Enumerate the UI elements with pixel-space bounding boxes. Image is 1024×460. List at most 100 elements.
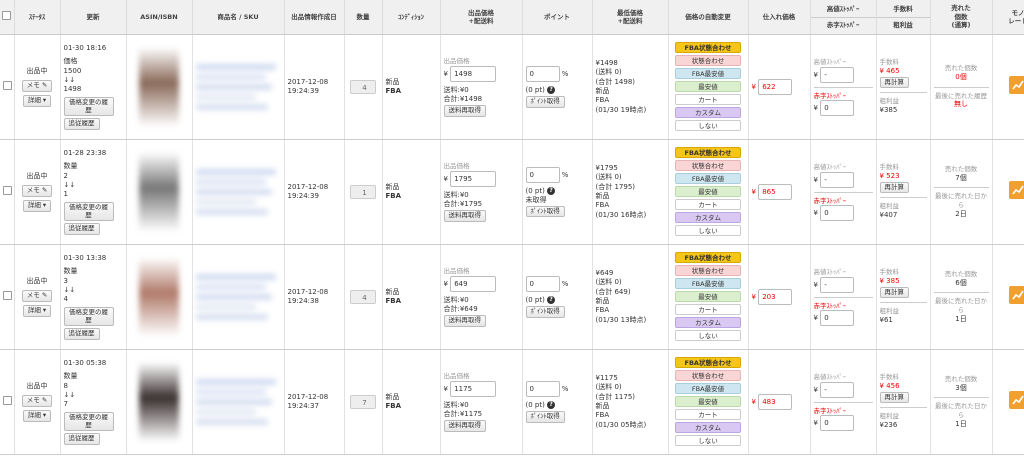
condition-match-button[interactable]: 状態合わせ <box>675 264 741 276</box>
memo-button[interactable]: メモ ✎ <box>21 394 53 407</box>
cost-input[interactable]: 203 <box>758 289 793 305</box>
header-price[interactable]: 出品価格 +配送料 <box>440 0 523 35</box>
mono-rate-graph-icon[interactable] <box>1009 181 1024 200</box>
high-stopper-input[interactable]: - <box>820 381 855 398</box>
point-acquire-button[interactable]: ﾎﾟｲﾝﾄ取得 <box>525 205 565 218</box>
qty-field[interactable]: 4 <box>350 290 376 304</box>
product-image[interactable] <box>139 152 179 232</box>
memo-button[interactable]: メモ ✎ <box>21 79 53 92</box>
price-history-button[interactable]: 価格変更の履歴 <box>63 411 114 432</box>
header-sold[interactable]: 売れた 個数 (通算) <box>930 0 993 35</box>
point-acquire-button[interactable]: ﾎﾟｲﾝﾄ取得 <box>525 305 565 318</box>
product-image[interactable] <box>139 362 179 442</box>
cost-input[interactable]: 865 <box>758 184 793 200</box>
cart-button[interactable]: カート <box>675 303 741 315</box>
reacquire-shipping-button[interactable]: 送料再取得 <box>443 209 486 222</box>
cost-input[interactable]: 483 <box>758 394 793 410</box>
point-acquire-button[interactable]: ﾎﾟｲﾝﾄ取得 <box>525 410 565 423</box>
lowest-button[interactable]: 最安値 <box>675 290 741 302</box>
product-name-blurred[interactable] <box>195 379 281 425</box>
condition-match-button[interactable]: 状態合わせ <box>675 159 741 171</box>
mono-rate-graph-icon[interactable] <box>1009 76 1024 95</box>
price-input[interactable]: 649 <box>450 276 497 293</box>
qty-field[interactable]: 1 <box>350 185 376 199</box>
custom-button[interactable]: カスタム <box>675 421 741 433</box>
header-stopper-low[interactable]: 赤字ｽﾄｯﾊﾟｰ <box>811 18 876 32</box>
row-checkbox[interactable] <box>3 395 12 405</box>
point-input[interactable]: 0 <box>525 381 560 398</box>
header-cost[interactable]: 仕入れ価格 <box>748 0 811 35</box>
reacquire-shipping-button[interactable]: 送料再取得 <box>443 104 486 117</box>
price-history-button[interactable]: 価格変更の履歴 <box>63 96 114 117</box>
product-name-blurred[interactable] <box>195 274 281 320</box>
row-checkbox[interactable] <box>3 290 12 300</box>
fba-condition-match-button[interactable]: FBA状態合わせ <box>675 146 741 158</box>
row-checkbox[interactable] <box>3 185 12 195</box>
product-name-blurred[interactable] <box>195 169 281 215</box>
track-history-button[interactable]: 追従履歴 <box>63 223 100 236</box>
none-button[interactable]: しない <box>675 224 741 236</box>
header-fee[interactable]: 手数料 <box>876 2 930 18</box>
lowest-button[interactable]: 最安値 <box>675 395 741 407</box>
none-button[interactable]: しない <box>675 119 741 131</box>
detail-dropdown[interactable]: 詳細 ▾ <box>22 94 52 107</box>
header-qty[interactable]: 数量 <box>344 0 383 35</box>
track-history-button[interactable]: 追従履歴 <box>63 118 100 131</box>
header-profit[interactable]: 粗利益 <box>877 18 930 32</box>
header-condition[interactable]: ｺﾝﾃﾞｨｼｮﾝ <box>382 0 441 35</box>
mono-rate-graph-icon[interactable] <box>1009 286 1024 305</box>
lowest-button[interactable]: 最安値 <box>675 80 741 92</box>
condition-match-button[interactable]: 状態合わせ <box>675 54 741 66</box>
detail-dropdown[interactable]: 詳細 ▾ <box>22 409 52 422</box>
help-icon[interactable]: ? <box>547 186 556 195</box>
low-stopper-input[interactable]: 0 <box>820 100 855 117</box>
condition-match-button[interactable]: 状態合わせ <box>675 369 741 381</box>
none-button[interactable]: しない <box>675 434 741 446</box>
custom-button[interactable]: カスタム <box>675 211 741 223</box>
header-stopper-high[interactable]: 高値ｽﾄｯﾊﾟｰ <box>810 2 876 18</box>
custom-button[interactable]: カスタム <box>675 316 741 328</box>
detail-dropdown[interactable]: 詳細 ▾ <box>22 199 52 212</box>
fba-condition-match-button[interactable]: FBA状態合わせ <box>675 356 741 368</box>
qty-field[interactable]: 7 <box>350 395 376 409</box>
low-stopper-input[interactable]: 0 <box>820 310 855 327</box>
detail-dropdown[interactable]: 詳細 ▾ <box>22 304 52 317</box>
product-name-blurred[interactable] <box>195 64 281 110</box>
recalc-button[interactable]: 再計算 <box>879 391 909 404</box>
header-status[interactable]: ｽﾃｰﾀｽ <box>14 0 61 35</box>
help-icon[interactable]: ? <box>547 401 556 410</box>
header-updated[interactable]: 更新 <box>60 0 127 35</box>
memo-button[interactable]: メモ ✎ <box>21 184 53 197</box>
price-input[interactable]: 1498 <box>450 66 497 83</box>
help-icon[interactable]: ? <box>547 296 556 305</box>
none-button[interactable]: しない <box>675 329 741 341</box>
point-input[interactable]: 0 <box>525 276 560 293</box>
low-stopper-input[interactable]: 0 <box>820 415 855 432</box>
high-stopper-input[interactable]: - <box>820 66 855 83</box>
fba-lowest-button[interactable]: FBA最安値 <box>675 172 741 184</box>
memo-button[interactable]: メモ ✎ <box>21 289 53 302</box>
track-history-button[interactable]: 追従履歴 <box>63 433 100 446</box>
cart-button[interactable]: カート <box>675 198 741 210</box>
price-input[interactable]: 1795 <box>450 171 497 188</box>
header-point[interactable]: ポイント <box>522 0 593 35</box>
price-history-button[interactable]: 価格変更の履歴 <box>63 201 114 222</box>
cart-button[interactable]: カート <box>675 93 741 105</box>
point-input[interactable]: 0 <box>525 166 560 183</box>
cost-input[interactable]: 622 <box>758 79 793 95</box>
fba-lowest-button[interactable]: FBA最安値 <box>675 277 741 289</box>
header-created[interactable]: 出品情報作成日 <box>284 0 345 35</box>
high-stopper-input[interactable]: - <box>820 276 855 293</box>
high-stopper-input[interactable]: - <box>820 171 855 188</box>
reacquire-shipping-button[interactable]: 送料再取得 <box>443 314 486 327</box>
fba-lowest-button[interactable]: FBA最安値 <box>675 67 741 79</box>
header-auto-change[interactable]: 価格の自動変更 <box>668 0 749 35</box>
lowest-button[interactable]: 最安値 <box>675 185 741 197</box>
fba-condition-match-button[interactable]: FBA状態合わせ <box>675 41 741 53</box>
header-asin[interactable]: ASIN/ISBN <box>126 0 193 35</box>
price-input[interactable]: 1175 <box>450 381 497 398</box>
fba-condition-match-button[interactable]: FBA状態合わせ <box>675 251 741 263</box>
reacquire-shipping-button[interactable]: 送料再取得 <box>443 419 486 432</box>
mono-rate-graph-icon[interactable] <box>1009 391 1024 410</box>
product-image[interactable] <box>139 47 179 127</box>
